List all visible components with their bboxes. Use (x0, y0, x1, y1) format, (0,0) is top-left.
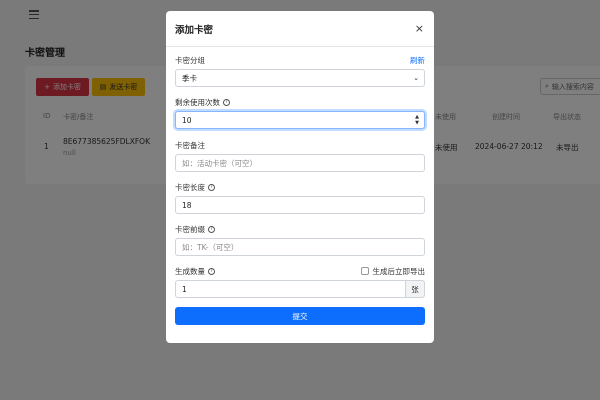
prefix-label: 卡密前缀 ? (175, 224, 215, 235)
help-icon[interactable]: ? (208, 267, 215, 275)
quantity-input-group: 1 张 (175, 280, 425, 298)
refresh-link[interactable]: 刷新 (410, 55, 425, 66)
note-placeholder: 如：活动卡密（可空） (182, 158, 257, 168)
quantity-label: 生成数量 ? (175, 266, 215, 277)
group-select[interactable]: 季卡 ⌄ (175, 69, 425, 87)
checkbox-icon[interactable] (360, 267, 369, 275)
note-label: 卡密备注 (175, 140, 205, 150)
prefix-label-row: 卡密前缀 ? (175, 223, 425, 235)
modal-header: 添加卡密 × (166, 11, 434, 47)
modal-title: 添加卡密 (175, 24, 214, 36)
length-input[interactable]: 18 (175, 196, 425, 214)
group-select-value: 季卡 (182, 73, 197, 83)
length-label: 卡密长度 ? (175, 182, 215, 193)
modal-body: 卡密分组 刷新 季卡 ⌄ 剩余使用次数 ? 10 ▲ ▼ 卡密备注 如：活动卡密（… (166, 54, 434, 325)
prefix-placeholder: 如：TK-（可空） (182, 242, 239, 252)
help-icon[interactable]: ? (223, 98, 230, 106)
number-spinner-icon[interactable]: ▲ ▼ (415, 114, 419, 126)
group-label-row: 卡密分组 刷新 (175, 54, 425, 66)
note-input[interactable]: 如：活动卡密（可空） (175, 154, 425, 172)
quantity-unit: 张 (406, 280, 425, 298)
uses-label: 剩余使用次数 ? (175, 97, 230, 108)
note-label-row: 卡密备注 (175, 139, 425, 151)
quantity-input[interactable]: 1 (175, 280, 406, 298)
chevron-down-icon: ⌄ (413, 74, 419, 82)
length-label-row: 卡密长度 ? (175, 181, 425, 193)
prefix-input[interactable]: 如：TK-（可空） (175, 238, 425, 256)
help-icon[interactable]: ? (208, 225, 215, 233)
export-checkbox-label: 生成后立即导出 (372, 266, 426, 276)
quantity-label-row: 生成数量 ? 生成后立即导出 (175, 265, 425, 277)
help-icon[interactable]: ? (208, 183, 215, 191)
uses-input[interactable]: 10 ▲ ▼ (175, 111, 425, 129)
export-after-generate-checkbox[interactable]: 生成后立即导出 (360, 266, 426, 277)
uses-input-value: 10 (182, 115, 192, 125)
group-label: 卡密分组 (175, 55, 205, 65)
length-input-value: 18 (182, 200, 192, 210)
close-icon[interactable]: × (415, 22, 424, 35)
uses-label-row: 剩余使用次数 ? (175, 96, 425, 108)
quantity-input-value: 1 (182, 284, 187, 294)
add-card-modal: 添加卡密 × 卡密分组 刷新 季卡 ⌄ 剩余使用次数 ? 10 ▲▼ 卡密备注 (166, 11, 434, 343)
submit-button[interactable]: 提交 (175, 307, 425, 325)
